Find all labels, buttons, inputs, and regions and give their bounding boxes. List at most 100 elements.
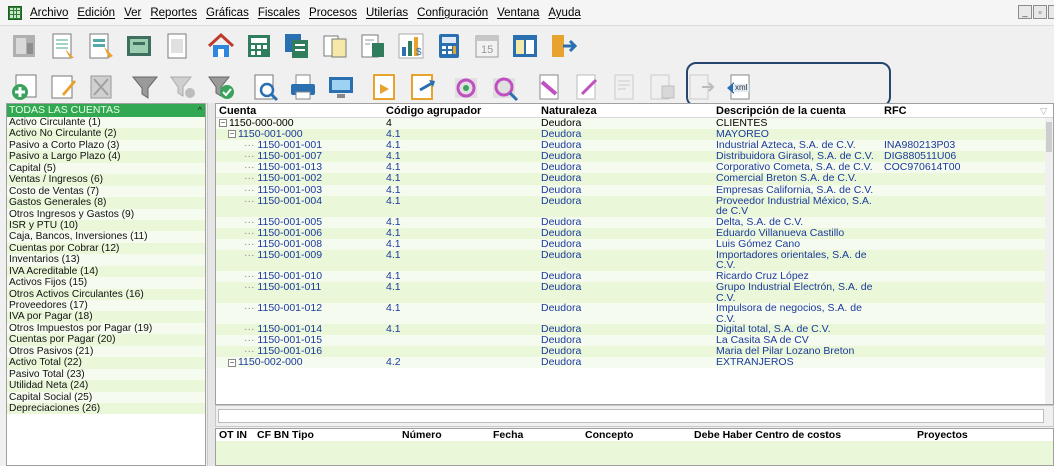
table-row[interactable]: ··· 1150-001-008 4.1 Deudora Luis Gómez Can… <box>216 239 1053 250</box>
sidebar-item[interactable]: Activo Circulante (1) <box>7 117 205 129</box>
sidebar-item[interactable]: Capital (5) <box>7 162 205 175</box>
copy-icon[interactable] <box>282 31 312 61</box>
home-icon[interactable] <box>206 31 236 61</box>
table-row[interactable]: ··· 1150-001-004 4.1 Deudora Proveedor Indu… <box>216 195 1053 217</box>
close-button[interactable] <box>1048 5 1054 19</box>
add-account-icon[interactable] <box>10 72 40 102</box>
table-row[interactable]: ··· 1150-001-015 Deudora La Casita SA de C… <box>216 335 1053 347</box>
sidebar-item[interactable]: Otros Impuestos por Pagar (19) <box>7 322 205 335</box>
scroll-up-arrow-icon[interactable]: ^ <box>198 104 202 117</box>
ring-search-icon[interactable] <box>490 72 520 102</box>
menu-archivo[interactable]: Archivo <box>30 7 68 19</box>
table-row[interactable]: ··· 1150-001-003 4.1 Deudora Empresas Calif… <box>216 184 1053 196</box>
sidebar-item[interactable]: ISR y PTU (10) <box>7 219 205 232</box>
column-numero[interactable]: Número <box>402 429 442 441</box>
column-proyectos[interactable]: Proyectos <box>917 429 968 441</box>
column-filter-icon[interactable]: ▽ <box>1040 104 1047 118</box>
export-icon[interactable] <box>408 72 438 102</box>
folder-icon[interactable] <box>370 72 400 102</box>
table-row[interactable]: ··· 1150-001-006 4.1 Deudora Eduardo Villan… <box>216 227 1053 239</box>
column-cuenta[interactable]: Cuenta <box>216 104 386 117</box>
table-row[interactable]: ··· 1150-001-012 4.1 Deudora Impulsora de n… <box>216 303 1053 325</box>
grid-scrollbar[interactable] <box>1045 118 1053 404</box>
sidebar-item[interactable]: Otros Ingresos y Gastos (9) <box>7 208 205 220</box>
document-link-icon[interactable] <box>534 72 564 102</box>
tree-collapse-icon[interactable]: − <box>219 119 227 128</box>
menu-graficas[interactable]: Gráficas <box>206 7 249 19</box>
column-concepto[interactable]: Concepto <box>585 429 633 441</box>
table-row[interactable]: ··· 1150-001-009 4.1 Deudora Importadores o… <box>216 250 1053 271</box>
sidebar-item[interactable]: IVA Acreditable (14) <box>7 265 205 278</box>
sidebar-item[interactable]: Otros Activos Circulantes (16) <box>7 288 205 300</box>
tree-collapse-icon[interactable]: − <box>228 130 236 139</box>
sidebar-item[interactable]: Cuentas por Cobrar (12) <box>7 242 205 255</box>
table-row[interactable]: ··· 1150-001-011 4.1 Deudora Grupo Industri… <box>216 282 1053 304</box>
column-rfc[interactable]: RFC <box>884 104 1034 117</box>
sidebar-item[interactable]: Caja, Bancos, Inversiones (11) <box>7 231 205 243</box>
sidebar-item[interactable]: IVA por Pagar (18) <box>7 311 205 323</box>
sidebar-item[interactable]: Pasivo Total (23) <box>7 368 205 381</box>
print-icon[interactable] <box>288 72 318 102</box>
menu-procesos[interactable]: Procesos <box>309 7 357 19</box>
table-row[interactable]: ··· 1150-001-013 4.1 Deudora Corporativo Co… <box>216 162 1053 174</box>
document-send-icon[interactable] <box>648 72 678 102</box>
sidebar-header[interactable]: TODAS LAS CUENTAS ^ <box>7 104 205 117</box>
column-debe-haber-centro[interactable]: Debe Haber Centro de costos <box>694 429 841 441</box>
menu-configuracion[interactable]: Configuración <box>417 7 488 19</box>
chart-icon[interactable]: $ <box>396 31 426 61</box>
restore-button[interactable]: ▫ <box>1033 5 1047 19</box>
calculator-icon[interactable] <box>434 31 464 61</box>
sidebar-item[interactable]: Capital Social (25) <box>7 391 205 403</box>
window-icon[interactable] <box>510 31 540 61</box>
sidebar-item[interactable]: Cuentas por Pagar (20) <box>7 334 205 346</box>
delete-account-icon[interactable] <box>86 72 116 102</box>
grid-horizontal-scrollbar[interactable] <box>215 405 1054 427</box>
column-codigo-agrupador[interactable]: Código agrupador <box>386 104 541 117</box>
menu-edicion[interactable]: Edición <box>77 7 115 19</box>
sidebar-item[interactable]: Activo Total (22) <box>7 357 205 369</box>
screen-preview-icon[interactable] <box>326 72 356 102</box>
ring-icon[interactable] <box>452 72 482 102</box>
column-cf-bn-tipo[interactable]: CF BN Tipo <box>257 429 314 441</box>
sidebar-item[interactable]: Depreciaciones (26) <box>7 402 205 415</box>
report-icon[interactable] <box>358 31 388 61</box>
search-icon[interactable] <box>250 72 280 102</box>
policies-icon[interactable] <box>124 31 154 61</box>
document-stamp-icon[interactable] <box>610 72 640 102</box>
tree-collapse-icon[interactable]: − <box>228 358 236 367</box>
menu-ventana[interactable]: Ventana <box>497 7 539 19</box>
column-descripcion[interactable]: Descripción de la cuenta <box>716 104 884 117</box>
sidebar-item[interactable]: Ventas / Ingresos (6) <box>7 174 205 186</box>
sidebar-item[interactable]: Activos Fijos (15) <box>7 277 205 289</box>
table-row[interactable]: ··· 1150-001-010 4.1 Deudora Ricardo Cruz L… <box>216 271 1053 283</box>
sidebar-item[interactable]: Otros Pasivos (21) <box>7 345 205 358</box>
menu-ayuda[interactable]: Ayuda <box>548 7 580 19</box>
filter-icon[interactable] <box>130 72 160 102</box>
column-naturaleza[interactable]: Naturaleza <box>541 104 716 117</box>
document-edit-icon[interactable] <box>572 72 602 102</box>
column-fecha[interactable]: Fecha <box>493 429 523 441</box>
accounts-icon[interactable] <box>86 31 116 61</box>
sidebar-item[interactable]: Proveedores (17) <box>7 300 205 312</box>
sidebar-item[interactable]: Inventarios (13) <box>7 254 205 266</box>
menu-fiscales[interactable]: Fiscales <box>258 7 300 19</box>
filter-apply-icon[interactable] <box>206 72 236 102</box>
menu-ver[interactable]: Ver <box>124 7 141 19</box>
table-row[interactable]: ··· 1150-001-005 4.1 Deudora Delta, S.A. de… <box>216 216 1053 228</box>
company-icon[interactable] <box>10 31 40 61</box>
sidebar-item[interactable]: Costo de Ventas (7) <box>7 185 205 198</box>
exit-icon[interactable] <box>548 31 578 61</box>
table-row[interactable]: ··· 1150-001-014 4.1 Deudora Digital total,… <box>216 324 1053 336</box>
documents-icon[interactable] <box>320 31 350 61</box>
table-row[interactable]: −1150-002-000 4.2 Deudora EXTRANJEROS <box>216 357 1053 369</box>
catalog-icon[interactable] <box>48 31 78 61</box>
menu-utilerias[interactable]: Utilerías <box>366 7 408 19</box>
minimize-button[interactable]: _ <box>1018 5 1032 19</box>
balance-icon[interactable] <box>162 31 192 61</box>
sidebar-item[interactable]: Pasivo a Largo Plazo (4) <box>7 151 205 163</box>
grid-scrollbar-thumb[interactable] <box>1046 122 1052 152</box>
sidebar-item[interactable]: Pasivo a Corto Plazo (3) <box>7 139 205 152</box>
calendar-icon[interactable]: 15 <box>472 31 502 61</box>
sidebar-item[interactable]: Activo No Circulante (2) <box>7 128 205 140</box>
edit-account-icon[interactable] <box>48 72 78 102</box>
